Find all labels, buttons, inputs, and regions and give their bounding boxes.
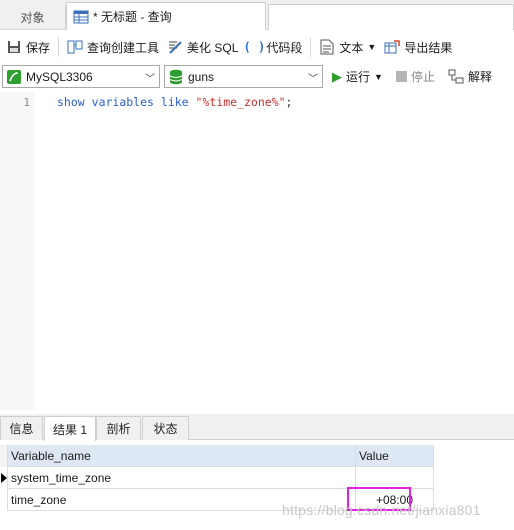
beautify-icon <box>167 39 183 55</box>
mysql-connection-icon <box>6 69 22 85</box>
connection-select[interactable]: MySQL3306 ﹀ <box>2 65 160 88</box>
tab-bar-empty-area <box>268 4 514 30</box>
text-document-icon <box>319 39 335 55</box>
tab-query-label: * 无标题 - 查询 <box>93 10 172 24</box>
tab-status[interactable]: 状态 <box>142 416 189 440</box>
query-table-icon <box>73 9 89 25</box>
chevron-down-icon: ﹀ <box>145 74 155 85</box>
save-icon <box>6 39 22 55</box>
tab-query[interactable]: * 无标题 - 查询 <box>66 2 266 30</box>
line-number-gutter: 1 <box>0 92 34 410</box>
code-snippet-label: 代码段 <box>266 40 303 55</box>
query-builder-button[interactable]: 查询创建工具 <box>63 34 163 60</box>
sql-string: "%time_zone%" <box>195 95 286 109</box>
result-tab-bar: 信息 结果 1 剖析 状态 <box>0 414 514 441</box>
chevron-down-icon: ▼ <box>367 42 377 52</box>
connection-row: MySQL3306 ﹀ guns ﹀ ▶ 运行 ▼ 停止 解释 <box>0 64 514 90</box>
row-selector[interactable] <box>0 467 8 489</box>
sql-keyword: like <box>160 95 189 109</box>
text-mode-button[interactable]: 文本 ▼ <box>315 34 380 60</box>
table-row[interactable]: system_time_zone <box>0 467 434 489</box>
export-label: 导出结果 <box>404 40 453 55</box>
code-line[interactable]: show variables like "%time_zone%"; <box>57 95 292 109</box>
column-header-variable-name[interactable]: Variable_name <box>8 445 356 467</box>
line-number: 1 <box>23 96 30 109</box>
chevron-down-icon: ﹀ <box>308 74 318 85</box>
beautify-label: 美化 SQL <box>187 40 239 55</box>
query-builder-icon <box>67 39 83 55</box>
export-results-button[interactable]: 导出结果 <box>380 34 456 60</box>
database-select[interactable]: guns ﹀ <box>164 65 323 88</box>
sql-terminator: ; <box>285 95 293 109</box>
database-value: guns <box>188 69 215 84</box>
grid-header-row: Variable_name Value <box>0 445 434 467</box>
sql-editor[interactable]: 1 show variables like "%time_zone%"; <box>0 92 514 410</box>
current-row-pointer-icon <box>1 473 7 483</box>
tab-objects-label: 对象 <box>20 10 45 25</box>
cell-value[interactable] <box>356 467 434 489</box>
watermark: https://blog.csdn.net/jianxia801 <box>282 502 481 518</box>
query-toolbar: 保存 查询创建工具 美化 SQL ( ) 代码段 文本 ▼ 导出结果 <box>0 32 514 62</box>
stop-button[interactable]: 停止 <box>396 65 435 88</box>
query-builder-label: 查询创建工具 <box>87 40 160 55</box>
explain-button[interactable]: 解释 <box>448 65 492 88</box>
run-button[interactable]: ▶ 运行 ▼ <box>332 65 383 88</box>
beautify-sql-button[interactable]: 美化 SQL <box>163 34 242 60</box>
save-label: 保存 <box>26 40 51 55</box>
stop-label: 停止 <box>411 70 436 84</box>
column-header-value[interactable]: Value <box>356 445 434 467</box>
code-snippet-icon: ( ) <box>243 40 266 54</box>
save-button[interactable]: 保存 <box>2 34 54 60</box>
explain-label: 解释 <box>468 70 493 84</box>
stop-icon <box>396 71 407 82</box>
tab-profile[interactable]: 剖析 <box>96 416 141 440</box>
tab-objects[interactable]: 对象 <box>0 4 66 30</box>
row-selector[interactable] <box>0 489 8 511</box>
export-icon <box>384 39 401 55</box>
run-label: 运行 <box>346 70 371 84</box>
toolbar-separator <box>310 37 312 57</box>
sql-keyword: show <box>57 95 85 109</box>
row-header-corner <box>0 445 8 467</box>
code-snippet-button[interactable]: ( ) 代码段 <box>242 34 306 60</box>
toolbar-separator <box>58 37 60 57</box>
chevron-down-icon: ▼ <box>374 71 383 82</box>
cell-variable-name[interactable]: system_time_zone <box>8 467 356 489</box>
tab-info[interactable]: 信息 <box>0 416 43 440</box>
editor-tab-bar: 对象 * 无标题 - 查询 <box>0 0 514 30</box>
tab-result-1[interactable]: 结果 1 <box>44 416 96 441</box>
database-icon <box>168 69 184 85</box>
play-icon: ▶ <box>332 68 342 84</box>
text-mode-label: 文本 <box>339 40 364 55</box>
sql-keyword: variables <box>91 95 154 109</box>
connection-value: MySQL3306 <box>26 69 93 84</box>
explain-icon <box>448 69 464 85</box>
